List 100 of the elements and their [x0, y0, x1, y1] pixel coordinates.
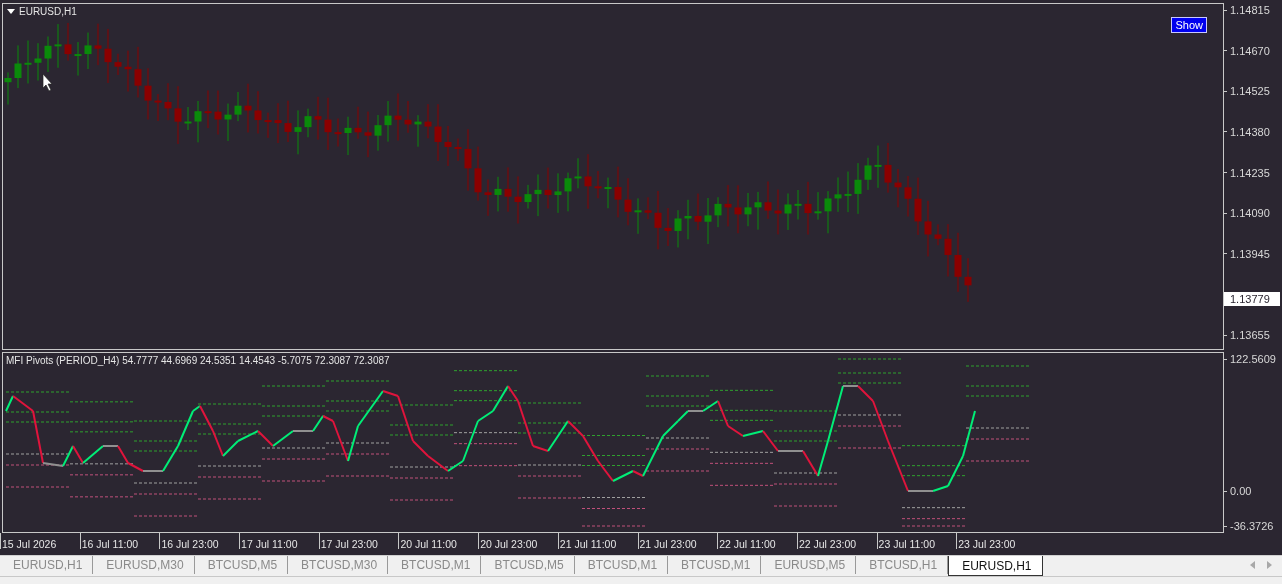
candle — [264, 112, 272, 139]
candle — [684, 199, 692, 240]
candle — [294, 109, 302, 155]
time-label: 17 Jul 23:00 — [318, 533, 399, 549]
candle — [484, 178, 492, 217]
candle — [124, 50, 132, 93]
candle — [614, 166, 622, 218]
candle — [644, 196, 652, 220]
candle — [804, 181, 812, 236]
candle — [744, 192, 752, 227]
scroll-right-icon[interactable] — [1267, 561, 1272, 569]
candle — [814, 191, 822, 221]
candle — [244, 83, 252, 133]
candle — [114, 53, 122, 76]
chart-tab[interactable]: BTCUSD,M1 — [668, 556, 762, 574]
candle — [844, 171, 852, 213]
candle — [724, 184, 732, 227]
candle — [304, 108, 312, 138]
candle — [94, 23, 102, 66]
price-label: 1.13945 — [1224, 246, 1281, 261]
candle — [534, 173, 542, 217]
candle — [474, 146, 482, 202]
show-button[interactable]: Show — [1171, 17, 1207, 33]
caret-icon[interactable] — [7, 9, 15, 14]
candle — [674, 209, 682, 248]
candle — [64, 22, 72, 62]
indicator-scale-label: 0.00 — [1224, 484, 1281, 498]
candle — [84, 32, 92, 70]
candle — [824, 190, 832, 234]
candle — [104, 28, 112, 84]
candle — [154, 93, 162, 122]
candle — [164, 82, 172, 121]
candle — [544, 167, 552, 209]
candle — [664, 207, 672, 247]
candle — [554, 172, 562, 214]
time-label: 15 Jul 2026 — [0, 533, 80, 549]
candle — [314, 96, 322, 141]
time-label: 21 Jul 23:00 — [637, 533, 718, 549]
chart-tab[interactable]: BTCUSD,M5 — [194, 556, 289, 574]
candle — [174, 85, 182, 145]
candle — [434, 103, 442, 162]
candle — [604, 177, 612, 209]
candle — [794, 189, 802, 220]
price-label: 1.14815 — [1224, 3, 1281, 17]
chart-tab[interactable]: BTCUSD,M30 — [288, 556, 389, 574]
candle — [234, 91, 242, 122]
indicator-label: MFI Pivots (PERIOD_H4) 54.7777 44.6969 24.5351 14.4543 -5.7075 72.3087 72.3087 — [6, 355, 390, 366]
candle — [364, 111, 372, 158]
candle — [274, 102, 282, 144]
chart-tab[interactable]: BTCUSD,M1 — [574, 556, 669, 574]
candle — [374, 114, 382, 152]
chart-tab[interactable]: EURUSD,H1 — [948, 556, 1043, 576]
candle — [394, 92, 402, 142]
candle — [934, 223, 942, 246]
chart-tab[interactable]: BTCUSD,M5 — [481, 556, 575, 574]
candle — [424, 103, 432, 139]
candle — [74, 41, 82, 77]
candle — [54, 23, 62, 69]
candle — [524, 184, 532, 210]
candle — [214, 90, 222, 135]
indicator-scale-label: -36.3726 — [1224, 519, 1281, 533]
candle — [14, 44, 22, 89]
candle — [754, 191, 762, 231]
candle — [194, 100, 202, 143]
time-label: 23 Jul 23:00 — [956, 533, 1036, 549]
candle — [734, 184, 742, 234]
candle — [44, 35, 52, 73]
price-label: 1.14525 — [1224, 84, 1281, 99]
candle — [24, 40, 32, 84]
time-label: 21 Jul 11:00 — [557, 533, 638, 549]
indicator-scale-label: 122.5609 — [1224, 352, 1281, 366]
candle — [914, 177, 922, 236]
candle — [384, 100, 392, 143]
price-label: 1.14090 — [1224, 206, 1281, 221]
candle — [404, 100, 412, 134]
candle — [464, 128, 472, 192]
candle — [764, 180, 772, 220]
candle — [144, 67, 152, 121]
candle — [854, 162, 862, 215]
candle — [944, 223, 952, 277]
candle — [694, 193, 702, 231]
candle — [574, 157, 582, 189]
candle — [224, 103, 232, 142]
candle — [284, 100, 292, 143]
chart-tab[interactable]: EURUSD,M30 — [93, 556, 195, 574]
candle — [784, 192, 792, 231]
candle — [4, 71, 12, 106]
chart-tab[interactable]: EURUSD,M5 — [761, 556, 857, 574]
candle — [924, 200, 932, 257]
chart-tab[interactable]: BTCUSD,M1 — [388, 556, 482, 574]
candle — [594, 170, 602, 199]
candle — [864, 157, 872, 191]
candle — [134, 46, 142, 98]
candle — [204, 89, 212, 129]
candle — [634, 197, 642, 235]
candle — [514, 175, 522, 225]
price-label: 1.13655 — [1224, 328, 1281, 342]
scroll-left-icon[interactable] — [1250, 561, 1255, 569]
chart-tab[interactable]: EURUSD,H1 — [0, 556, 94, 574]
time-label: 16 Jul 23:00 — [159, 533, 240, 549]
